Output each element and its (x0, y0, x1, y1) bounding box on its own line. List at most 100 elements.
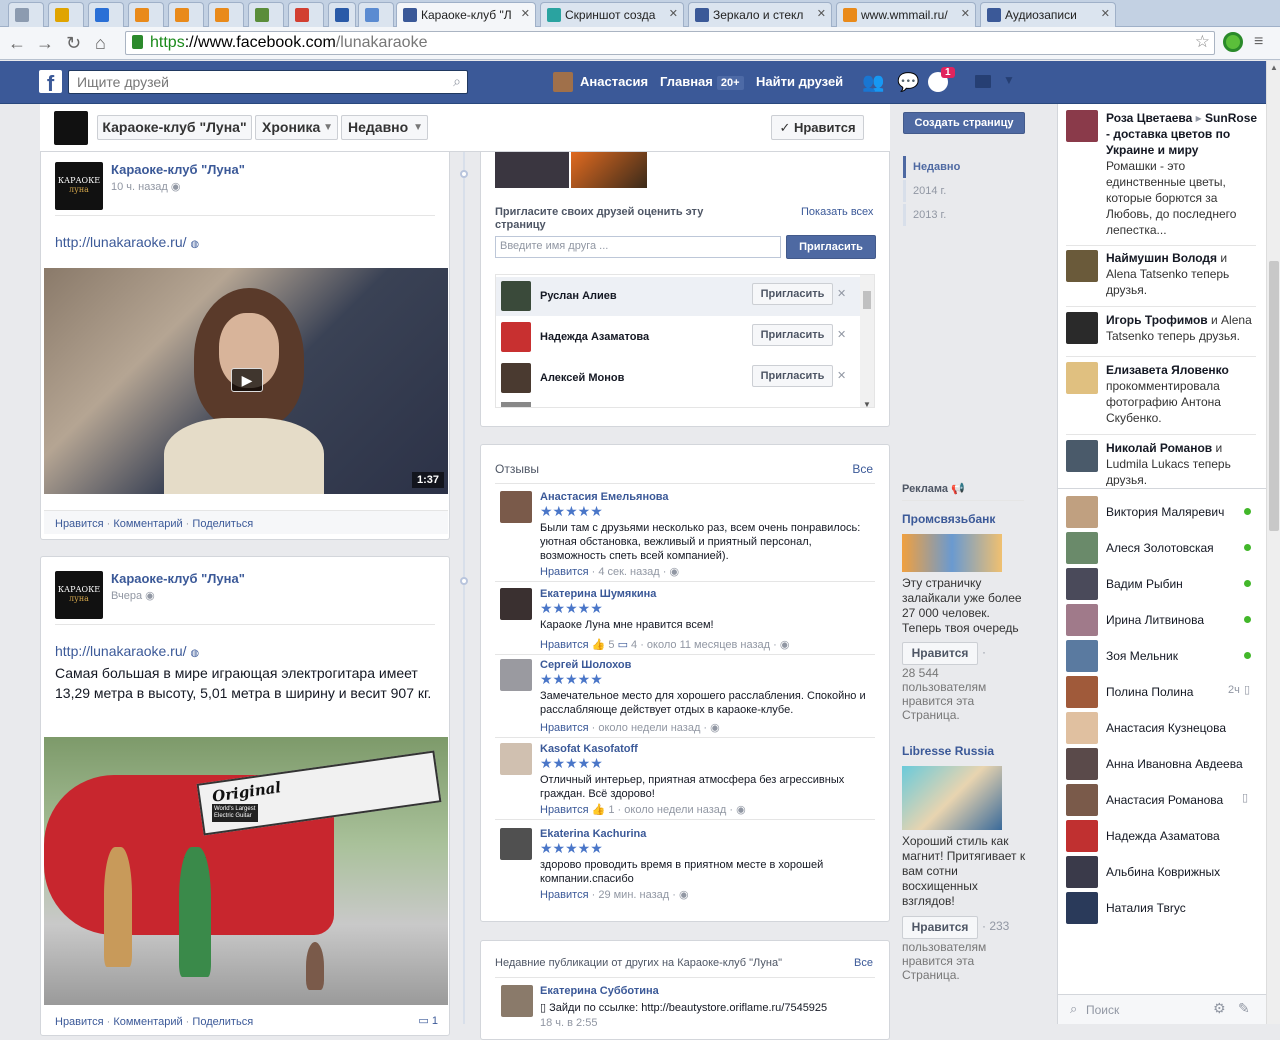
like-action[interactable]: Нравится (55, 1016, 104, 1028)
ticker-avatar[interactable] (1066, 362, 1098, 394)
close-tab-icon[interactable]: ✕ (817, 7, 826, 20)
messages-icon[interactable]: 💬 (897, 72, 919, 92)
search-icon[interactable]: ⌕ (453, 73, 461, 90)
review-like-link[interactable]: Нравится (540, 889, 589, 901)
review-time[interactable]: · около недели назад · (615, 804, 737, 816)
close-icon[interactable]: ✕ (837, 328, 846, 341)
post-photo[interactable]: Original World's Largest Electric Guitar (44, 737, 448, 1005)
review-time[interactable]: · 29 мин. назад · (589, 889, 679, 901)
friend-requests-icon[interactable]: 👥 (862, 72, 884, 92)
reload-icon[interactable]: ↻ (66, 33, 81, 54)
reviewer-name[interactable]: Анастасия Емельянова (540, 491, 669, 503)
friend-name[interactable]: Алексей Монов (540, 372, 624, 384)
gear-icon[interactable]: ⚙ (1213, 1000, 1226, 1017)
play-icon[interactable]: ▶ (231, 368, 263, 392)
page-scrollbar[interactable]: ▲ (1266, 61, 1280, 1024)
video-thumbnail[interactable]: ▶ 1:37 (44, 268, 448, 494)
friend-avatar[interactable] (501, 281, 531, 311)
year-nav-item[interactable]: Недавно (913, 161, 960, 173)
year-nav-item[interactable]: 2013 г. (913, 209, 946, 221)
chat-friend-row[interactable]: Надежда Азаматова (1058, 818, 1267, 854)
home-icon[interactable]: ⌂ (95, 33, 106, 54)
friend-search-input[interactable]: Ищите друзей ⌕ (68, 70, 468, 94)
share-action[interactable]: Поделиться (192, 518, 253, 530)
close-tab-icon[interactable]: ✕ (1101, 7, 1110, 20)
profile-avatar[interactable] (553, 72, 573, 92)
back-icon[interactable]: ← (8, 33, 26, 54)
menu-icon[interactable]: ≡ (1254, 33, 1263, 51)
reviews-all-link[interactable]: Все (852, 462, 873, 476)
browser-tab[interactable]: Зеркало и стекл ✕ (688, 2, 832, 27)
list-scrollbar[interactable]: ▼ (860, 275, 874, 407)
comment-count[interactable]: ▭ 1 (418, 1014, 438, 1027)
recent-posts-all-link[interactable]: Все (854, 957, 873, 969)
address-bar[interactable]: https://www.facebook.com/lunakaraoke ☆ (125, 31, 1215, 55)
browser-tab[interactable] (328, 2, 356, 27)
reviewer-avatar[interactable] (500, 491, 532, 523)
post-author-name[interactable]: Караоке-клуб "Луна" (111, 571, 245, 586)
post-time[interactable]: 10 ч. назад ◉ (111, 180, 180, 193)
ticker-avatar[interactable] (1066, 110, 1098, 142)
browser-tab[interactable]: Скриншот созда ✕ (540, 2, 684, 27)
chat-friend-row[interactable]: Анастасия Кузнецова (1058, 710, 1267, 746)
recent-post-author[interactable]: Екатерина Субботина (540, 985, 659, 997)
ticker-actor[interactable]: Наймушин Володя (1106, 251, 1217, 265)
new-message-icon[interactable]: ✎ (1238, 1000, 1250, 1017)
browser-tab[interactable] (48, 2, 84, 27)
star-bookmark-icon[interactable]: ☆ (1195, 32, 1210, 52)
review-like-link[interactable]: Нравится (540, 639, 589, 651)
scrollbar-thumb[interactable] (1269, 261, 1279, 531)
friend-avatar[interactable] (501, 322, 531, 352)
comment-action[interactable]: Комментарий (113, 1016, 182, 1028)
browser-tab[interactable]: Аудиозаписи ✕ (980, 2, 1116, 27)
friend-name[interactable]: Руслан Алиев (540, 290, 617, 302)
review-time[interactable]: · 4 сек. назад · (589, 566, 670, 578)
post-link[interactable]: http://lunakaraoke.ru/ ◍ (55, 234, 199, 250)
ad-image[interactable] (902, 766, 1002, 830)
scroll-up-icon[interactable]: ▲ (1270, 63, 1278, 72)
browser-tab[interactable] (168, 2, 204, 27)
browser-tab[interactable]: Караоке-клуб "Л ✕ (396, 2, 536, 28)
post-author-avatar[interactable]: КАРАОКЕ луна (55, 162, 103, 210)
post-author-avatar[interactable]: КАРАОКЕ луна (55, 571, 103, 619)
reviewer-avatar[interactable] (500, 588, 532, 620)
browser-tab[interactable] (358, 2, 394, 27)
chat-friend-row[interactable]: Анастасия Романова ▯ (1058, 782, 1267, 818)
review-time[interactable]: · около 11 месяцев назад · (637, 639, 780, 651)
chat-friend-row[interactable]: Алеся Золотовская (1058, 530, 1267, 566)
close-tab-icon[interactable]: ✕ (669, 7, 678, 20)
ad-image[interactable] (902, 534, 1002, 572)
invite-submit-button[interactable]: Пригласить (786, 235, 876, 259)
chat-search-input[interactable]: Поиск (1086, 1003, 1119, 1017)
friend-avatar[interactable] (501, 402, 531, 407)
ticker-avatar[interactable] (1066, 440, 1098, 472)
browser-tab[interactable] (288, 2, 324, 27)
ticker-actor[interactable]: Николай Романов (1106, 441, 1212, 455)
photo-thumb[interactable] (495, 152, 569, 188)
review-like-link[interactable]: Нравится (540, 722, 589, 734)
like-action[interactable]: Нравится (55, 518, 104, 530)
ad-title[interactable]: Промсвязьбанк (902, 512, 995, 526)
reviewer-avatar[interactable] (500, 659, 532, 691)
invite-friend-button[interactable]: Пригласить (752, 283, 833, 305)
close-tab-icon[interactable]: ✕ (521, 7, 530, 20)
ticker-actor-2[interactable]: Alena Tatsenko (1106, 267, 1188, 281)
reviewer-name[interactable]: Екатерина Шумякина (540, 588, 656, 600)
review-like-link[interactable]: Нравится (540, 566, 589, 578)
photo-thumb[interactable] (571, 152, 647, 188)
ad-like-button[interactable]: Нравится (902, 642, 978, 665)
privacy-shortcuts-icon[interactable] (975, 75, 991, 88)
recent-post-avatar[interactable] (501, 985, 533, 1017)
reviewer-avatar[interactable] (500, 743, 532, 775)
reviewer-name[interactable]: Сергей Шолохов (540, 659, 631, 671)
reviewer-name[interactable]: Ekaterina Kachurina (540, 828, 646, 840)
ticker-actor[interactable]: Роза Цветаева (1106, 111, 1192, 125)
timeline-dropdown[interactable]: Хроника ▼ (255, 115, 338, 140)
post-author-name[interactable]: Караоке-клуб "Луна" (111, 162, 245, 177)
page-logo-small[interactable] (54, 111, 88, 145)
show-all-link[interactable]: Показать всех (801, 206, 873, 218)
friend-name-input[interactable]: Введите имя друга ... (495, 236, 781, 258)
recent-dropdown[interactable]: Недавно ▼ (341, 115, 428, 140)
close-icon[interactable]: ✕ (837, 369, 846, 382)
scrollbar-thumb[interactable] (863, 291, 871, 309)
